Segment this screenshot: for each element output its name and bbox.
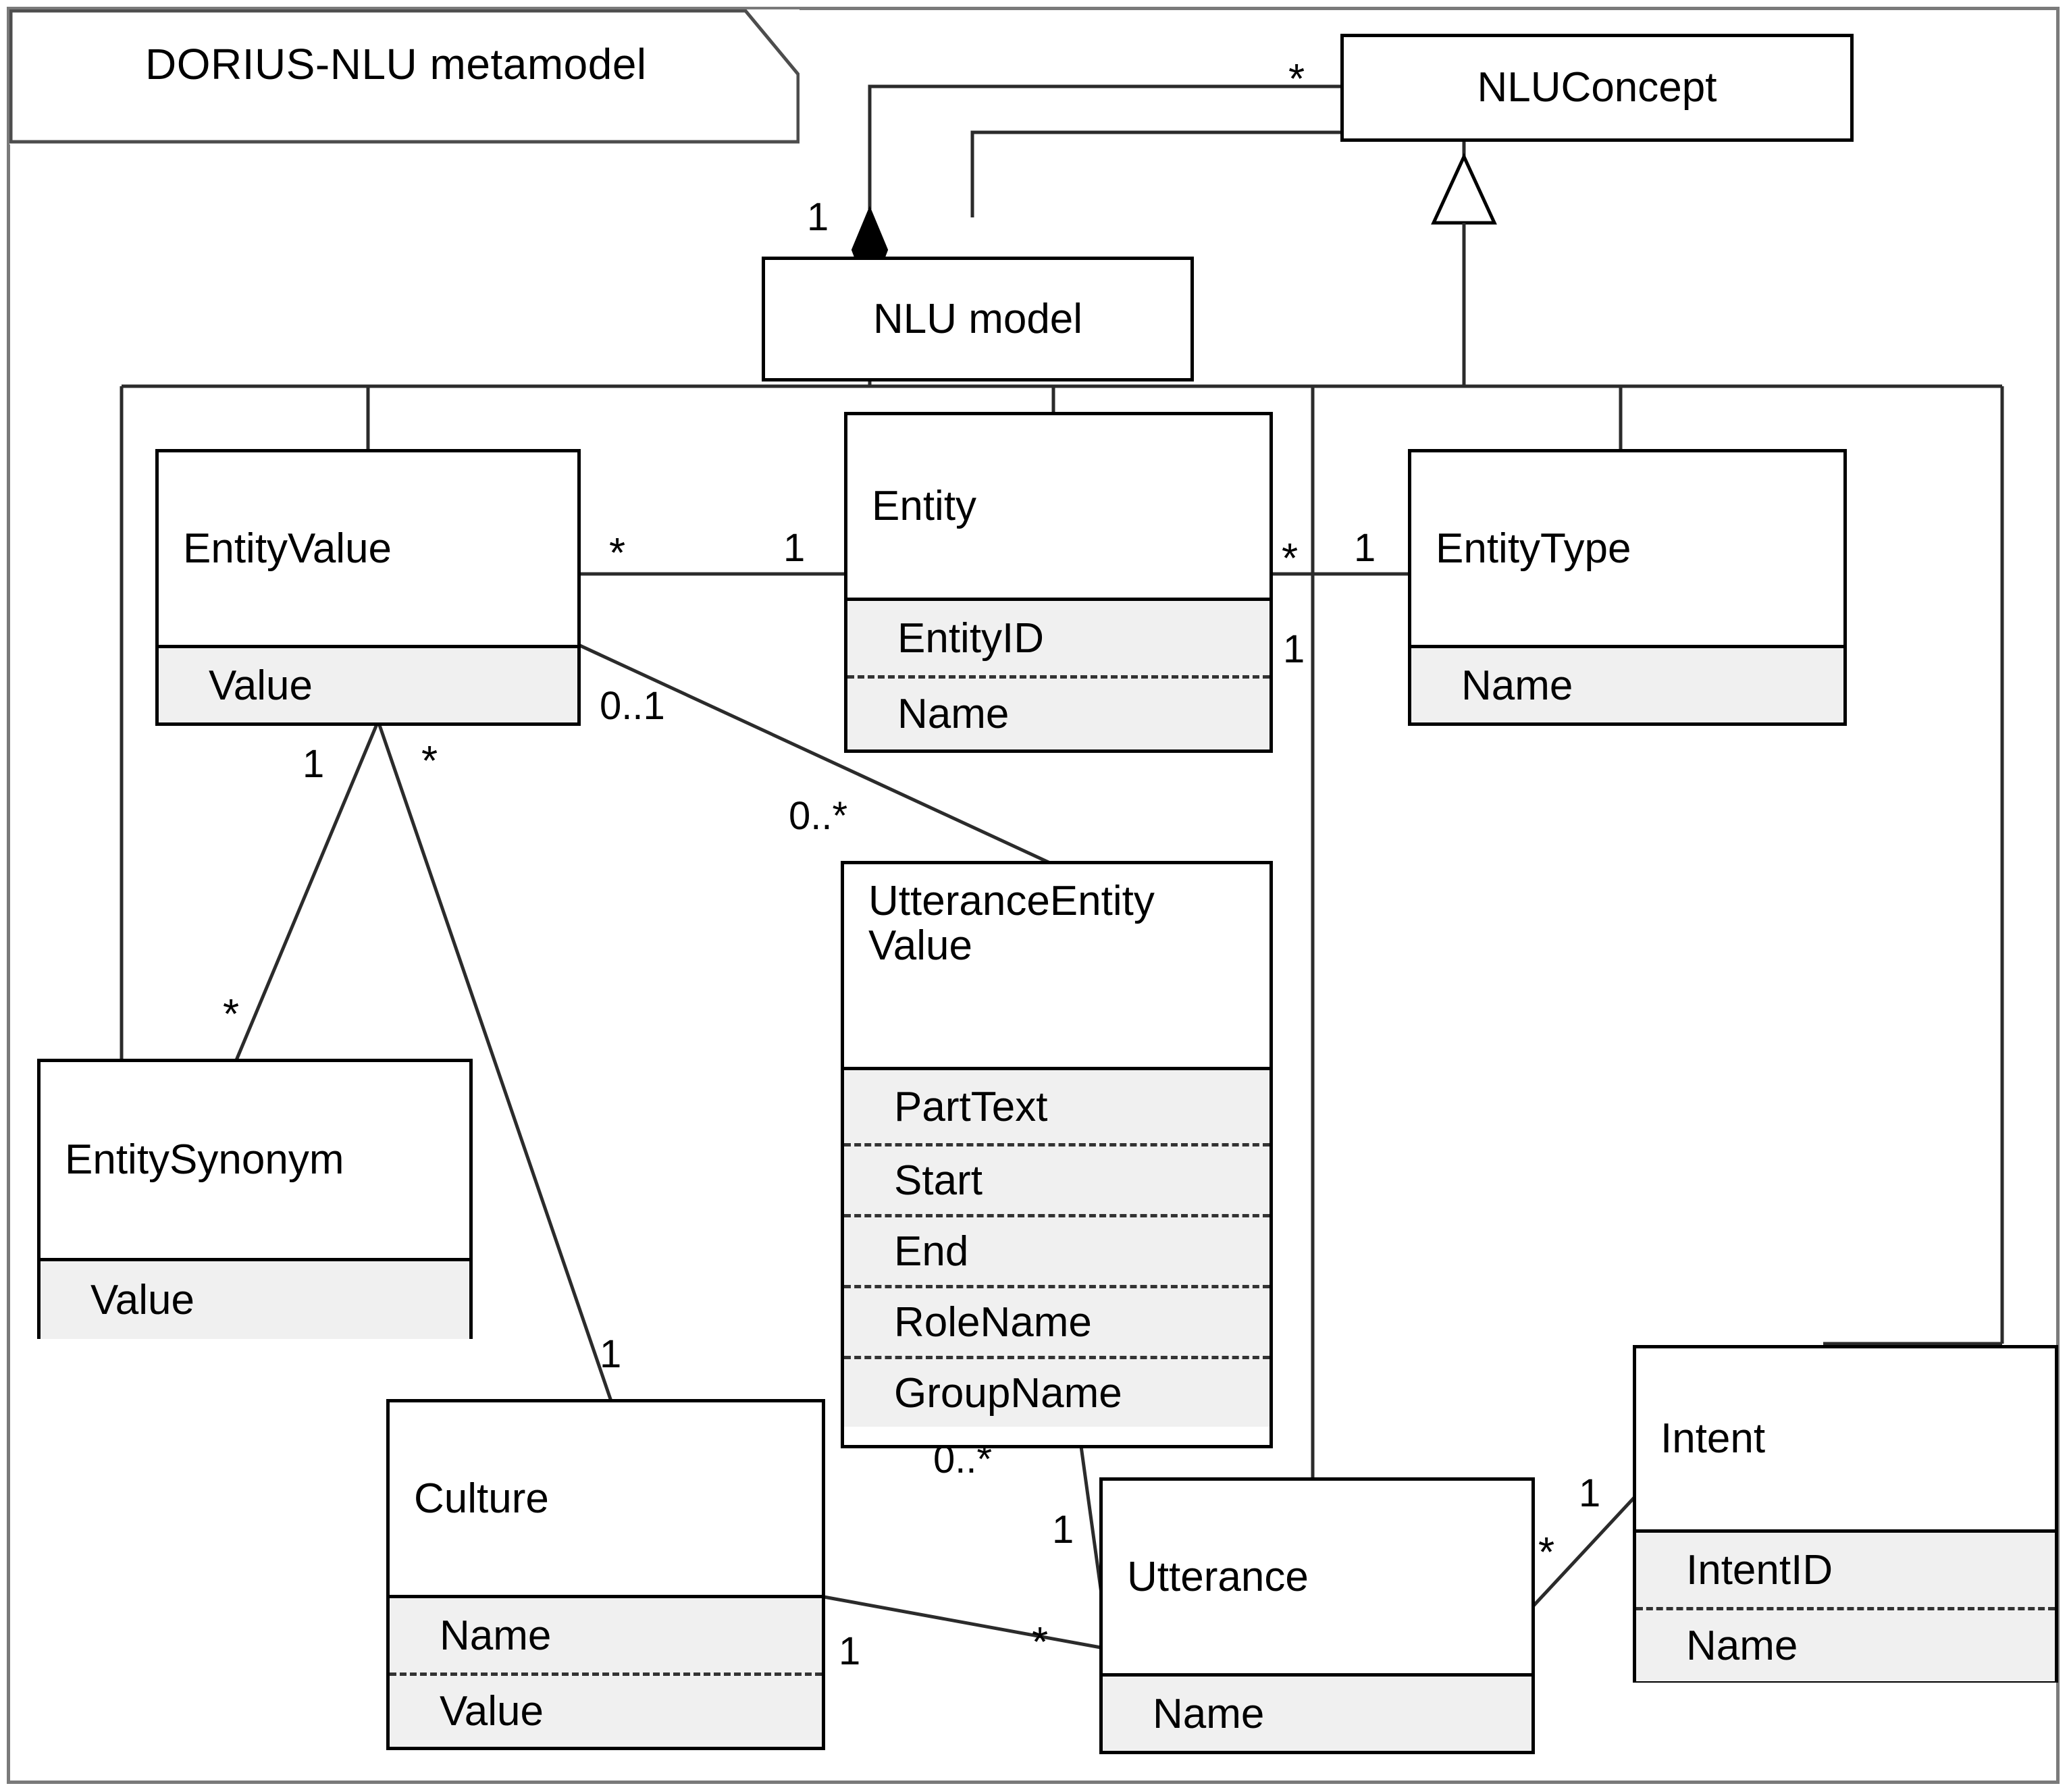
multiplicity-label: 1 — [783, 526, 806, 570]
attribute-row: Name — [440, 1612, 552, 1659]
attribute-row: Value — [90, 1277, 194, 1323]
attributes-utteranceentityvalue: PartText Start End RoleName GroupName — [844, 1067, 1269, 1427]
attribute-row: Start — [844, 1143, 1269, 1214]
link-nluconcept-nlumodel — [868, 84, 1342, 209]
class-name-utterance: Utterance — [1127, 1553, 1309, 1600]
uml-class-diagram: DORIUS-NLU metamodel back to NLU model c… — [0, 0, 2069, 1792]
multiplicity-label: * — [421, 738, 438, 785]
class-culture[interactable]: Culture Name Value — [386, 1399, 825, 1750]
class-name-nlumodel: NLU model — [872, 295, 1083, 342]
class-entity[interactable]: Entity EntityID Name — [844, 412, 1273, 753]
attributes-utterance: Name — [1103, 1673, 1531, 1751]
class-name-entityvalue: EntityValue — [183, 525, 392, 572]
multiplicity-label: 1 — [1354, 526, 1376, 570]
attribute-row: EntityID — [897, 614, 1045, 662]
multiplicity-label: 1 — [600, 1332, 622, 1376]
link-nlumodel-generalization — [970, 130, 1464, 217]
multiplicity-label: 1 — [1283, 627, 1305, 671]
attributes-entitytype: Name — [1411, 645, 1843, 722]
multiplicity-label: * — [1282, 535, 1299, 582]
class-utteranceentityvalue[interactable]: UtteranceEntity Value PartText Start End… — [841, 861, 1273, 1448]
class-name-entity: Entity — [872, 483, 977, 530]
attribute-row: Value — [209, 662, 313, 709]
multiplicity-label: * — [223, 991, 240, 1038]
multiplicity-label: * — [1032, 1619, 1049, 1666]
multiplicity-label: 1 — [303, 742, 325, 786]
class-nlumodel[interactable]: NLU model — [762, 257, 1194, 381]
attribute-row: Name — [1153, 1690, 1265, 1737]
attribute-row: GroupName — [844, 1356, 1269, 1427]
attribute-row: PartText — [894, 1083, 1048, 1130]
class-name-intent: Intent — [1660, 1415, 1766, 1462]
class-entitysynonym[interactable]: EntitySynonym Value — [37, 1059, 473, 1339]
multiplicity-label: 1 — [839, 1629, 861, 1673]
multiplicity-label: 0..* — [933, 1438, 993, 1481]
attribute-row: Name — [1636, 1607, 2055, 1681]
attribute-row: Value — [390, 1672, 822, 1747]
multiplicity-label: 1 — [1052, 1508, 1074, 1552]
class-entityvalue[interactable]: EntityValue Value — [155, 449, 581, 726]
class-name-nluconcept: NLUConcept — [1477, 64, 1717, 111]
multiplicity-label: 0..* — [789, 794, 848, 838]
class-name-utteranceentityvalue: UtteranceEntity Value — [868, 878, 1155, 969]
attribute-row: Name — [1461, 662, 1573, 709]
attribute-row: Name — [847, 675, 1269, 749]
attributes-culture: Name Value — [390, 1595, 822, 1747]
multiplicity-label: * — [1538, 1529, 1555, 1576]
link-culture-utterance — [823, 1595, 1101, 1650]
attributes-entitysynonym: Value — [41, 1258, 469, 1339]
attributes-intent: IntentID Name — [1636, 1529, 2055, 1681]
multiplicity-label: * — [1288, 56, 1305, 103]
multiplicity-label: 1 — [807, 195, 829, 239]
attributes-entity: EntityID Name — [847, 598, 1269, 749]
class-name-entitysynonym: EntitySynonym — [65, 1136, 344, 1184]
attributes-entityvalue: Value — [159, 645, 577, 722]
class-name-entitytype: EntityType — [1436, 525, 1631, 572]
multiplicity-label: 1 — [1579, 1471, 1601, 1515]
generalization-triangle — [1431, 153, 1497, 225]
class-nluconcept[interactable]: NLUConcept — [1340, 34, 1854, 142]
class-name-culture: Culture — [414, 1475, 549, 1522]
multiplicity-label: 0..1 — [600, 684, 665, 728]
class-intent[interactable]: Intent IntentID Name — [1633, 1345, 2058, 1683]
attribute-row: End — [844, 1214, 1269, 1285]
class-utterance[interactable]: Utterance Name — [1099, 1477, 1535, 1754]
attribute-row: IntentID — [1686, 1546, 1833, 1593]
multiplicity-label: * — [609, 530, 626, 577]
class-entitytype[interactable]: EntityType Name — [1408, 449, 1847, 726]
attribute-row: RoleName — [844, 1285, 1269, 1356]
